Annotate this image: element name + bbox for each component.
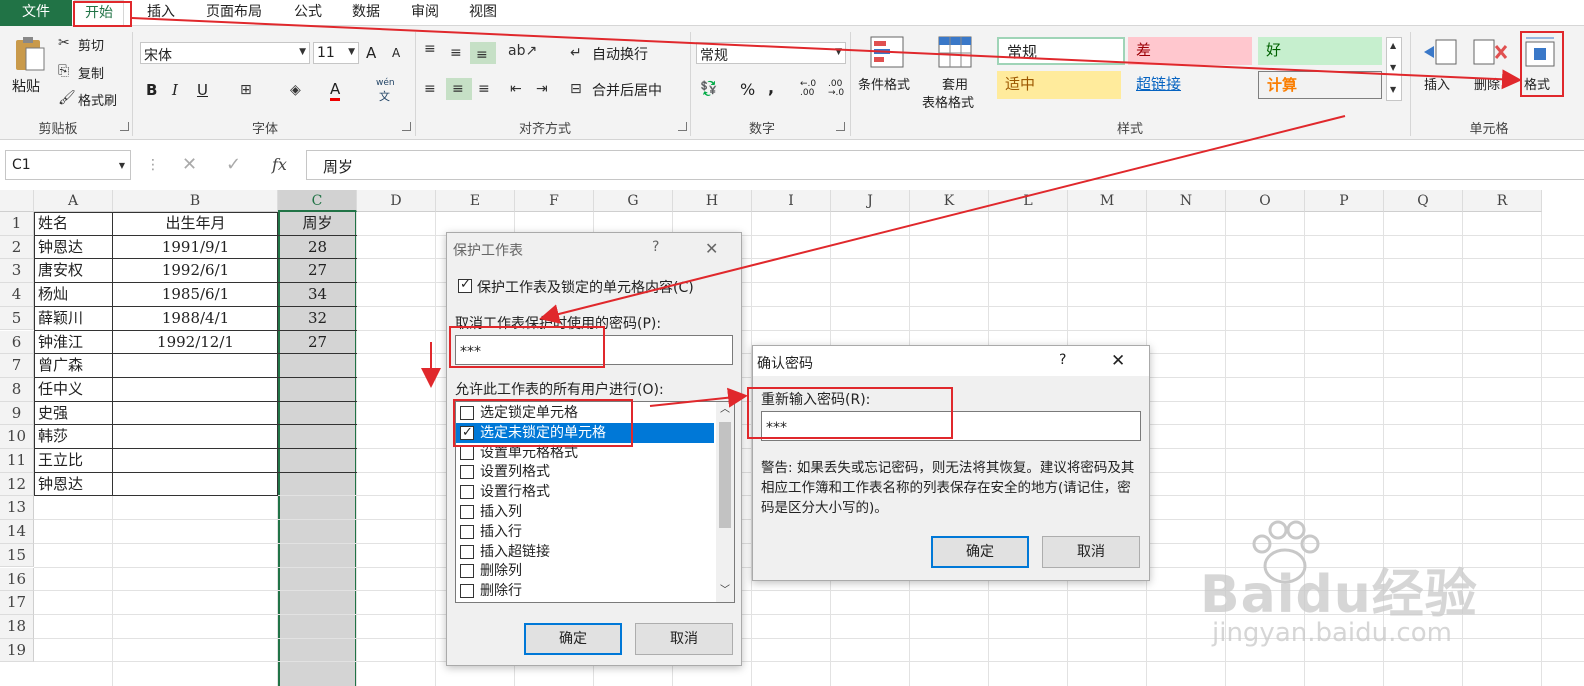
excel-window: { "menu":{"file":"文件","tabs":["开始","插入",… [0, 0, 1584, 686]
annotation-arrows [131, 17, 1522, 408]
